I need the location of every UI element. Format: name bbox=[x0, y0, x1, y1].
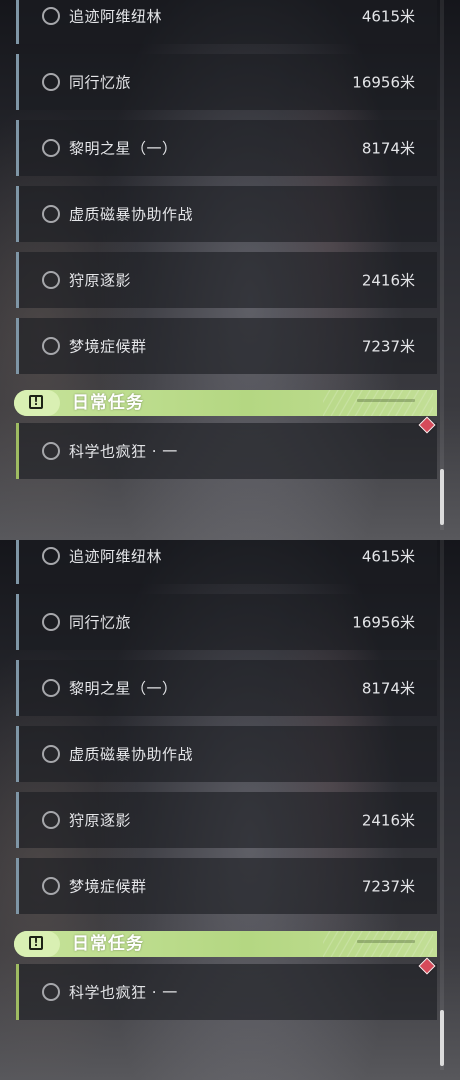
scroll-thumb[interactable] bbox=[440, 469, 444, 525]
quest-item-main[interactable]: 梦境症候群 7237米 bbox=[16, 858, 437, 914]
quest-item-main[interactable]: 虚质磁暴协助作战 bbox=[16, 186, 437, 242]
quest-status-circle-icon bbox=[42, 679, 60, 697]
quest-distance: 7237米 bbox=[361, 337, 415, 356]
quest-item-main[interactable]: 同行忆旅 16956米 bbox=[16, 594, 437, 650]
quest-title: 科学也疯狂 · 一 bbox=[69, 442, 178, 461]
section-title: 日常任务 bbox=[72, 393, 144, 413]
alert-box-icon: ! bbox=[29, 936, 43, 950]
quest-distance: 8174米 bbox=[361, 139, 415, 158]
header-deco-mark bbox=[357, 399, 415, 402]
quest-title: 同行忆旅 bbox=[69, 613, 132, 632]
quest-distance: 4615米 bbox=[361, 7, 415, 26]
quest-title: 追迹阿维纽林 bbox=[69, 547, 163, 566]
quest-item-main[interactable]: 追迹阿维纽林 4615米 bbox=[16, 0, 437, 44]
quest-status-circle-icon bbox=[42, 442, 60, 460]
quest-distance: 2416米 bbox=[361, 271, 415, 290]
quest-distance: 8174米 bbox=[361, 679, 415, 698]
alert-box-icon: ! bbox=[29, 395, 43, 409]
quest-status-circle-icon bbox=[42, 547, 60, 565]
quest-item-main[interactable]: 虚质磁暴协助作战 bbox=[16, 726, 437, 782]
quest-title: 狩原逐影 bbox=[69, 811, 132, 830]
scroll-track[interactable] bbox=[440, 0, 444, 530]
daily-quest-section-header[interactable]: ! 日常任务 bbox=[14, 390, 437, 416]
section-badge: ! bbox=[14, 390, 60, 416]
quest-status-circle-icon bbox=[42, 271, 60, 289]
quest-title: 黎明之星（一） bbox=[69, 679, 178, 698]
scroll-thumb[interactable] bbox=[440, 1010, 444, 1066]
quest-title: 梦境症候群 bbox=[69, 337, 147, 356]
quest-item-daily[interactable]: 科学也疯狂 · 一 bbox=[16, 964, 437, 1020]
quest-status-circle-icon bbox=[42, 205, 60, 223]
quest-title: 科学也疯狂 · 一 bbox=[69, 983, 178, 1002]
quest-item-main[interactable]: 梦境症候群 7237米 bbox=[16, 318, 437, 374]
quest-panel-top: 追迹阿维纽林 4615米 同行忆旅 16956米 黎明之星（一） 8174米 虚… bbox=[0, 0, 460, 540]
section-title: 日常任务 bbox=[72, 934, 144, 954]
quest-item-daily[interactable]: 科学也疯狂 · 一 bbox=[16, 423, 437, 479]
quest-item-main[interactable]: 狩原逐影 2416米 bbox=[16, 252, 437, 308]
quest-title: 梦境症候群 bbox=[69, 877, 147, 896]
quest-title: 虚质磁暴协助作战 bbox=[69, 745, 194, 764]
scroll-track[interactable] bbox=[440, 540, 444, 1070]
quest-tracker-screen: 追迹阿维纽林 4615米 同行忆旅 16956米 黎明之星（一） 8174米 虚… bbox=[0, 0, 460, 1080]
section-badge: ! bbox=[14, 931, 60, 957]
header-stripes-decoration bbox=[323, 390, 433, 416]
quest-item-main[interactable]: 黎明之星（一） 8174米 bbox=[16, 660, 437, 716]
quest-status-circle-icon bbox=[42, 745, 60, 763]
quest-title: 追迹阿维纽林 bbox=[69, 7, 163, 26]
header-stripes-decoration bbox=[323, 931, 433, 957]
quest-distance: 16956米 bbox=[352, 613, 415, 632]
quest-distance: 16956米 bbox=[352, 73, 415, 92]
quest-status-circle-icon bbox=[42, 877, 60, 895]
quest-distance: 4615米 bbox=[361, 547, 415, 566]
quest-distance: 7237米 bbox=[361, 877, 415, 896]
quest-item-main[interactable]: 追迹阿维纽林 4615米 bbox=[16, 540, 437, 584]
quest-panel-bottom: 追迹阿维纽林 4615米 同行忆旅 16956米 黎明之星（一） 8174米 虚… bbox=[0, 540, 460, 1080]
quest-item-main[interactable]: 黎明之星（一） 8174米 bbox=[16, 120, 437, 176]
quest-distance: 2416米 bbox=[361, 811, 415, 830]
quest-status-circle-icon bbox=[42, 337, 60, 355]
quest-status-circle-icon bbox=[42, 73, 60, 91]
quest-status-circle-icon bbox=[42, 613, 60, 631]
quest-status-circle-icon bbox=[42, 983, 60, 1001]
header-deco-mark bbox=[357, 940, 415, 943]
quest-title: 虚质磁暴协助作战 bbox=[69, 205, 194, 224]
quest-title: 黎明之星（一） bbox=[69, 139, 178, 158]
quest-item-main[interactable]: 同行忆旅 16956米 bbox=[16, 54, 437, 110]
quest-title: 狩原逐影 bbox=[69, 271, 132, 290]
quest-status-circle-icon bbox=[42, 811, 60, 829]
quest-status-circle-icon bbox=[42, 139, 60, 157]
daily-quest-section-header[interactable]: ! 日常任务 bbox=[14, 931, 437, 957]
quest-status-circle-icon bbox=[42, 7, 60, 25]
quest-title: 同行忆旅 bbox=[69, 73, 132, 92]
quest-item-main[interactable]: 狩原逐影 2416米 bbox=[16, 792, 437, 848]
